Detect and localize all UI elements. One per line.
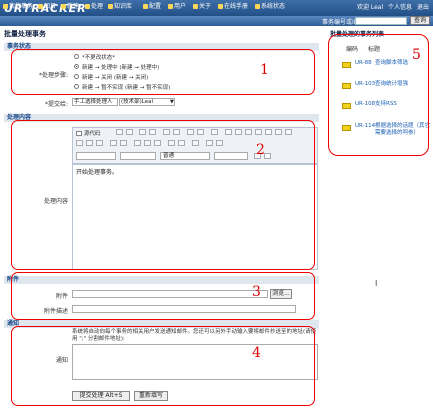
page-title: 批量处理事务 [4,30,46,38]
back-icon [38,4,43,9]
user-icon [168,4,173,9]
annotation-number-1: 1 [260,62,269,78]
assignee-select[interactable]: (技术部)Leal [119,98,175,106]
annotation-box-1 [11,49,315,95]
annotation-box-4 [11,326,315,406]
nav-status[interactable]: 系统状态 [255,1,285,10]
nav-my-tasks[interactable]: 我的事务 [3,1,33,10]
text-cursor-icon: I [375,279,378,288]
nav-knowledge[interactable]: 知识库 [108,1,132,10]
info-icon [193,4,198,9]
new-icon [61,4,66,9]
book-icon [108,4,113,9]
personal-info-link[interactable]: 个人信息 [388,4,412,11]
manual-icon [218,4,223,9]
chevron-down-icon: ▼ [170,99,174,105]
search-input[interactable] [355,17,407,25]
annotation-number-5: 5 [412,47,421,63]
annotation-box-3 [11,272,315,320]
annotation-number-4: 4 [252,345,261,361]
process-icon [85,4,90,9]
nav-new[interactable]: 新建 [61,1,79,10]
nav-manual[interactable]: 在线手册 [218,1,248,10]
nav-process[interactable]: 处理 [85,1,103,10]
status-icon [255,4,260,9]
home-icon [3,4,8,9]
welcome-text: 欢迎 Leal [356,4,384,11]
annotation-box-2 [11,120,315,270]
user-links: 欢迎 Leal 个人信息 退出 [354,2,429,11]
annotation-number-3: 3 [252,284,261,300]
annotation-number-2: 2 [256,142,265,158]
logout-link[interactable]: 退出 [417,4,429,11]
nav-about[interactable]: 关于 [193,1,211,10]
assignee-label: *提交给: [44,101,68,108]
search-button[interactable]: 查询 [410,16,430,25]
gear-icon [143,4,148,9]
nav-config[interactable]: 配置 [143,1,161,10]
assignee-mode-select[interactable]: 手工选择处理人 [72,98,118,106]
nav-back[interactable]: 回目 [38,1,56,10]
nav-users[interactable]: 用户 [168,1,186,10]
